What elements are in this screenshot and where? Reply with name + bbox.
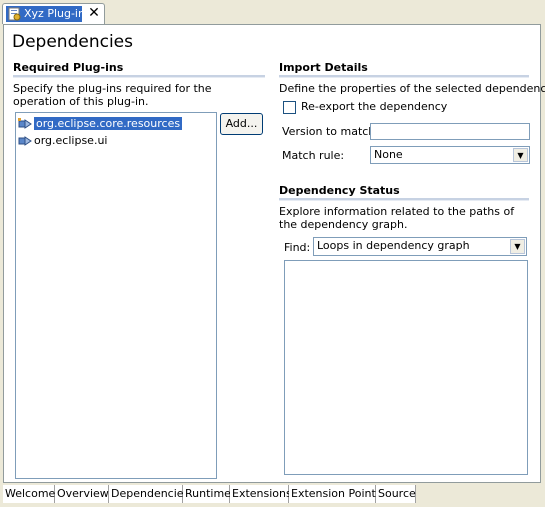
- tab-extensions[interactable]: Extensions: [230, 485, 292, 503]
- dependency-status-section-title: Dependency Status: [279, 184, 400, 197]
- list-item[interactable]: org.eclipse.core.resources: [18, 116, 183, 132]
- chevron-down-icon[interactable]: ▼: [510, 239, 525, 254]
- version-to-match-field[interactable]: [370, 123, 530, 140]
- plugin-icon: [18, 136, 32, 146]
- tab-extension-points[interactable]: Extension Points: [289, 485, 382, 503]
- plugin-label: org.eclipse.core.resources: [34, 117, 183, 130]
- import-details-description: Define the properties of the selected de…: [279, 82, 545, 95]
- required-plugins-list[interactable]: org.eclipse.core.resources org.eclipse.u…: [15, 112, 217, 479]
- plugin-label: org.eclipse.ui: [34, 134, 108, 147]
- editor-tab[interactable]: Xyz Plug-in ✕: [2, 3, 105, 24]
- editor-page-tabs: Welcome Overview Dependencies Runtime Ex…: [3, 485, 543, 503]
- list-item[interactable]: org.eclipse.ui: [18, 133, 107, 149]
- import-details-divider: [279, 75, 529, 78]
- editor-tab-title-highlight: Xyz Plug-in: [6, 6, 85, 22]
- import-details-section-title: Import Details: [279, 61, 368, 74]
- tab-source[interactable]: Source: [376, 485, 416, 503]
- find-label: Find:: [284, 241, 311, 254]
- editor-tab-strip: Xyz Plug-in ✕: [0, 0, 545, 24]
- tab-runtime[interactable]: Runtime: [183, 485, 231, 503]
- editor-tab-label: Xyz Plug-in: [24, 7, 85, 20]
- find-value: Loops in dependency graph: [317, 239, 470, 252]
- tab-welcome[interactable]: Welcome: [3, 485, 55, 503]
- tab-overview[interactable]: Overview: [55, 485, 109, 503]
- version-to-match-label: Version to match:: [282, 125, 379, 138]
- required-plugins-divider: [13, 75, 265, 78]
- page-title: Dependencies: [12, 32, 133, 52]
- editor-content: Dependencies Required Plug-ins Specify t…: [3, 24, 545, 483]
- plugin-manifest-icon: [8, 7, 21, 21]
- required-plugins-section-title: Required Plug-ins: [13, 61, 124, 74]
- dependency-status-results[interactable]: [284, 260, 528, 475]
- plugin-icon: [18, 118, 32, 129]
- reexport-label: Re-export the dependency: [301, 100, 448, 113]
- add-plugin-button[interactable]: Add...: [220, 113, 263, 135]
- close-icon[interactable]: ✕: [87, 6, 101, 20]
- tab-dependencies[interactable]: Dependencies: [109, 485, 189, 503]
- chevron-down-icon[interactable]: ▼: [513, 148, 528, 162]
- dependency-status-description: Explore information related to the paths…: [279, 205, 515, 231]
- match-rule-select[interactable]: None ▼: [370, 146, 530, 164]
- match-rule-value: None: [374, 148, 403, 161]
- required-plugins-description: Specify the plug-ins required for the op…: [13, 82, 212, 108]
- reexport-checkbox[interactable]: [283, 101, 296, 114]
- dependency-status-divider: [279, 198, 529, 201]
- match-rule-label: Match rule:: [282, 149, 345, 162]
- find-select[interactable]: Loops in dependency graph ▼: [313, 237, 527, 256]
